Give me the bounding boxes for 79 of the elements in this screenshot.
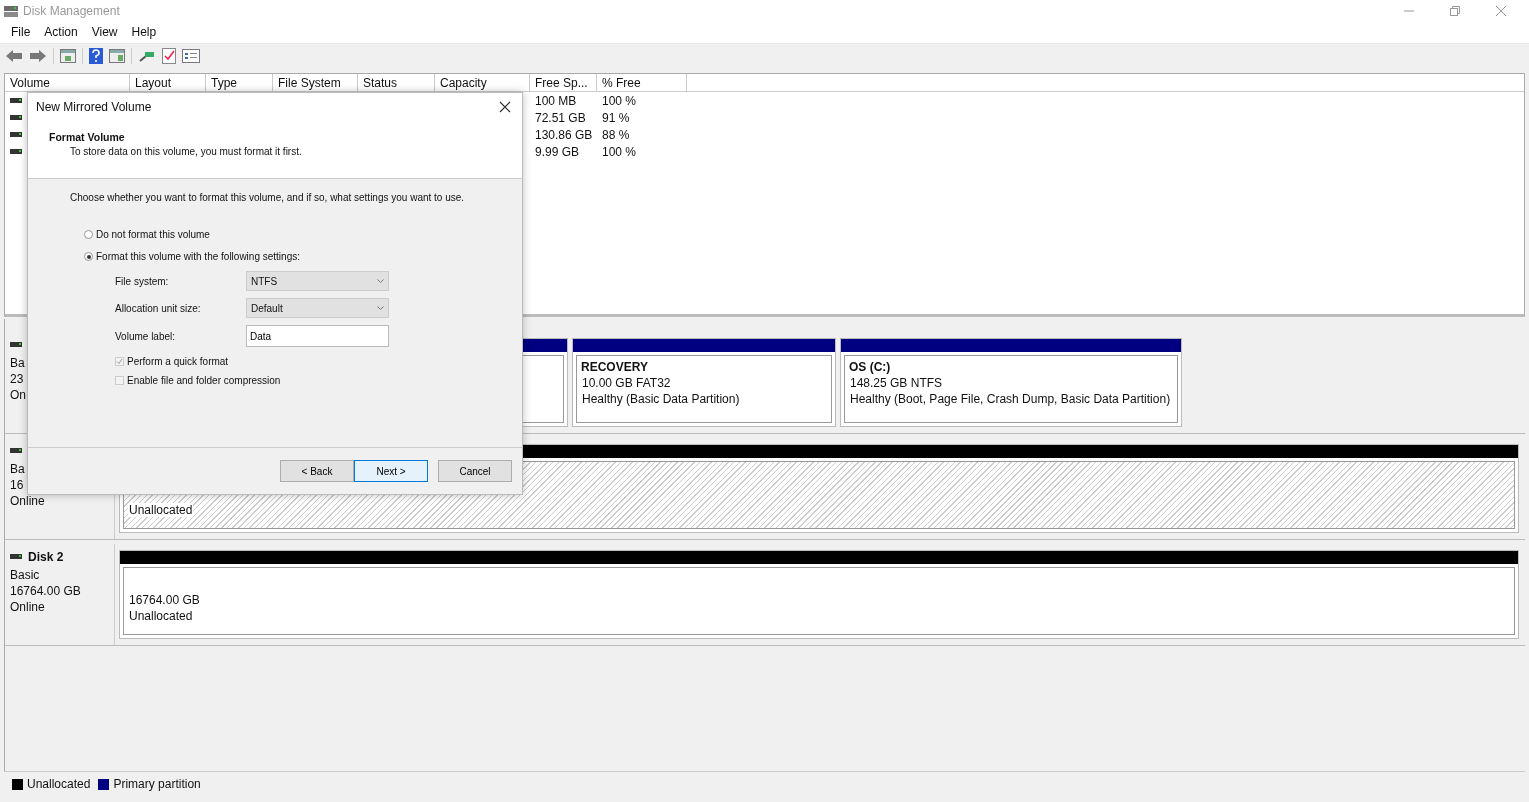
disk-detail: 16764.00 GB [10,584,82,598]
dialog-title: New Mirrored Volume [36,100,152,114]
drive-icon [10,131,22,138]
instruction-text: Choose whether you want to format this volume, and if so, what settings you want to use. [70,192,466,203]
legend-label: Primary partition [113,777,201,791]
partition[interactable]: RECOVERY 10.00 GB FAT32 Healthy (Basic Data Partition) [572,338,836,427]
table-cell: 72.51 GB [535,110,586,125]
window-icon[interactable] [60,49,76,63]
menu-item[interactable]: Help [124,25,164,39]
partition-detail: Unallocated [128,503,194,517]
restore-icon[interactable] [1449,4,1461,17]
column-header[interactable]: Status [358,74,435,91]
partition-detail: Healthy (Basic Data Partition) [581,392,741,406]
disk-name: Disk 2 [28,550,64,564]
dialog-heading: Format Volume [49,131,126,143]
column-header[interactable]: Volume [5,74,130,91]
disk-detail: Ba [10,462,26,476]
dialog-subheading: To store data on this volume, you must format it first. [69,146,303,157]
field-label: Volume label: [115,330,177,342]
disk-detail: 23 [10,372,25,386]
table-cell: 100 % [602,144,637,159]
table-cell: 100 % [602,93,637,108]
dialog-button[interactable]: < Back [280,460,354,482]
radio-label[interactable]: Do not format this volume [96,229,210,240]
radio-label[interactable]: Format this volume with the following settings: [96,251,300,262]
radio-button[interactable] [84,230,93,239]
disk-detail: On [10,388,27,402]
partition-detail: 10.00 GB FAT32 [581,376,672,390]
window-title: Disk Management [23,3,120,18]
menu-item[interactable]: File [4,25,38,39]
partition-detail: Unallocated [128,609,194,623]
column-header[interactable]: % Free [597,74,687,91]
partition-detail: Healthy (Boot, Page File, Crash Dump, Basic Data Partition) [849,392,1172,406]
app-icon [3,3,19,18]
legend-label: Unallocated [27,777,91,791]
menu-item[interactable]: View [84,25,125,39]
close-icon[interactable] [499,101,511,113]
partition-detail: 16764.00 GB [128,593,201,607]
table-cell: 100 MB [535,93,577,108]
table-cell: 88 % [602,127,630,142]
disk-detail: Basic [10,568,41,582]
chevron-icon [377,306,384,310]
column-header[interactable]: Type [206,74,273,91]
disk-detail: Online [10,494,46,508]
help-icon[interactable] [89,48,103,64]
menu-item[interactable]: Action [37,25,85,39]
dialog-button[interactable]: Cancel [438,460,512,482]
disk-detail: Ba [10,356,26,370]
table-cell: 9.99 GB [535,144,580,159]
checklist-icon[interactable] [162,48,176,64]
chevron-icon [377,279,384,283]
column-header[interactable]: File System [273,74,358,91]
dropdown[interactable]: NTFS [246,271,389,291]
field-label: File system: [115,275,170,287]
drive-icon [10,148,22,155]
table-cell: 130.86 GB [535,127,593,142]
partition-detail: 148.25 GB NTFS [849,376,944,390]
partition[interactable]: OS (C:) 148.25 GB NTFS Healthy (Boot, Page File, Crash Dump, Basic Data Partition) [840,338,1182,427]
field-label: Allocation unit size: [115,302,202,314]
forward-arrow-icon[interactable] [29,49,47,63]
partition-name: OS (C:) [849,360,892,374]
back-arrow-icon[interactable] [5,49,23,63]
table-cell: 91 % [602,110,630,125]
dialog-button[interactable]: Next > [354,460,428,482]
properties-icon[interactable] [182,49,200,63]
drive-icon [10,114,22,121]
drive-icon [10,97,22,104]
radio-button[interactable] [84,252,93,261]
column-header[interactable]: Layout [130,74,206,91]
column-header[interactable]: Capacity [435,74,530,91]
input-field[interactable]: Data [246,325,389,347]
disk-detail: 16 [10,478,25,492]
disk-detail: Online [10,600,46,614]
partition-name: RECOVERY [581,360,649,374]
connector-icon[interactable] [138,49,156,63]
panel-icon[interactable] [109,49,125,63]
column-header[interactable]: Free Sp... [530,74,597,91]
partition[interactable]: 16764.00 GB Unallocated [119,550,1519,639]
dropdown[interactable]: Default [246,298,389,318]
